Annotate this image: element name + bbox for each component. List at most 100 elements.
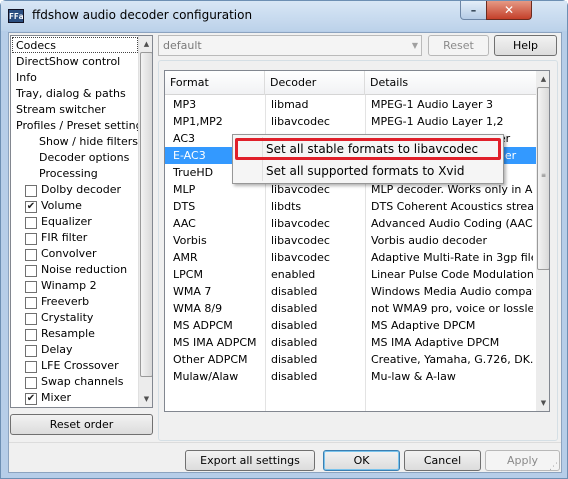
table-row[interactable]: AMR libavcodec Adaptive Multi-Rate in 3gp … (165, 249, 536, 266)
filter-label: Swap channels (41, 375, 124, 388)
sidebar-item[interactable]: Tray, dialog & paths (16, 86, 126, 102)
filter-checkbox[interactable]: ✔ (25, 201, 37, 213)
table-row[interactable]: Mulaw/Alaw disabled Mu-law & A-law (165, 368, 536, 385)
table-row[interactable]: AAC libavcodec Advanced Audio Coding (AAC) (165, 215, 536, 232)
filter-label: LFE Crossover (41, 359, 119, 372)
scroll-up-arrow-icon[interactable]: ▲ (139, 36, 152, 52)
filter-label: OSD (41, 406, 65, 407)
decoder-cell: disabled (271, 353, 318, 366)
details-cell: DTS Coherent Acoustics strea... (371, 200, 533, 213)
table-row[interactable]: MS ADPCM disabled MS Adaptive DPCM (165, 317, 536, 334)
filter-checkbox[interactable] (25, 217, 37, 229)
sidebar-item[interactable]: Stream switcher (16, 102, 106, 118)
table-scroll-thumb[interactable]: ≡ (537, 87, 549, 270)
scroll-down-arrow-icon[interactable]: ▼ (536, 395, 549, 411)
column-header-format[interactable]: Format (165, 71, 265, 95)
ok-button[interactable]: OK (323, 450, 400, 471)
details-cell: MPEG-1 Audio Layer 3 (371, 98, 493, 111)
resize-grip-icon[interactable]: ⋰ (549, 461, 561, 473)
filter-checkbox[interactable] (25, 233, 37, 245)
decoder-cell: disabled (271, 285, 318, 298)
filter-checkbox[interactable] (25, 313, 37, 325)
sidebar-item[interactable]: Codecs (16, 38, 56, 54)
settings-tree[interactable]: Codecs DirectShow control Info Tray, dialog… (10, 35, 153, 408)
details-cell: MS IMA Adaptive DPCM (371, 336, 500, 349)
filter-checkbox[interactable] (25, 185, 37, 197)
sidebar-item[interactable]: DirectShow control (16, 54, 120, 70)
cancel-button[interactable]: Cancel (404, 450, 481, 471)
table-row[interactable]: MS IMA ADPCM disabled MS IMA Adaptive DPCM (165, 334, 536, 351)
preset-select[interactable]: default ▼ (158, 35, 422, 56)
sidebar-scrollbar[interactable]: ▲ ▼ (138, 36, 152, 407)
filter-label: Convolver (41, 247, 97, 260)
filter-checkbox[interactable] (25, 249, 37, 261)
format-cell: WMA 8/9 (173, 302, 223, 315)
filter-label: Mixer (41, 391, 72, 404)
reset-button[interactable]: Reset (428, 35, 489, 56)
help-button[interactable]: Help (494, 35, 557, 56)
format-cell: Other ADPCM (173, 353, 248, 366)
reset-order-button[interactable]: Reset order (10, 414, 153, 435)
title-bar[interactable]: FFa ffdshow audio decoder configuration … (1, 1, 567, 31)
filter-checkbox[interactable] (25, 377, 37, 389)
context-menu: Set all stable formats to libavcodec Set… (232, 134, 504, 184)
filter-checkbox[interactable] (25, 329, 37, 341)
divider (9, 442, 561, 443)
format-cell: MS IMA ADPCM (173, 336, 257, 349)
filter-checkbox[interactable] (25, 281, 37, 293)
table-row[interactable]: WMA 7 disabled Windows Media Audio compati… (165, 283, 536, 300)
close-button[interactable]: ✕ (486, 1, 532, 20)
codecs-panel: Format Decoder Details MP3 libmad MPEG-1 A… (158, 60, 558, 441)
decoder-cell: disabled (271, 370, 318, 383)
sidebar-subitem[interactable]: Decoder options (39, 150, 129, 166)
table-row[interactable]: MP3 libmad MPEG-1 Audio Layer 3 (165, 96, 536, 113)
filter-checkbox[interactable] (25, 265, 37, 277)
filter-checkbox[interactable]: ✔ (25, 393, 37, 405)
chevron-down-icon: ▼ (411, 41, 418, 50)
format-cell: LPCM (173, 268, 203, 281)
filter-label: Equalizer (41, 215, 92, 228)
decoder-cell: enabled (271, 268, 316, 281)
table-row[interactable]: Other ADPCM disabled Creative, Yamaha, G.7… (165, 351, 536, 368)
scroll-up-arrow-icon[interactable]: ▲ (536, 71, 549, 87)
table-row[interactable]: DTS libdts DTS Coherent Acoustics strea... (165, 198, 536, 215)
format-cell: WMA 7 (173, 285, 212, 298)
details-cell: Adaptive Multi-Rate in 3gp file... (371, 251, 533, 264)
table-row[interactable]: MP1,MP2 libavcodec MPEG-1 Audio Layer 1,2 (165, 113, 536, 130)
minimize-button[interactable]: – (460, 1, 487, 20)
decoder-cell: libavcodec (271, 217, 330, 230)
formats-table[interactable]: Format Decoder Details MP3 libmad MPEG-1 A… (164, 70, 550, 412)
filter-checkbox[interactable] (25, 297, 37, 309)
table-row[interactable]: WMA 8/9 disabled not WMA9 pro, voice or lo… (165, 300, 536, 317)
filter-label: Volume (41, 199, 82, 212)
menu-item-set-supported-xvid[interactable]: Set all supported formats to Xvid (266, 161, 464, 181)
column-header-decoder[interactable]: Decoder (265, 71, 365, 95)
preset-select-value: default (163, 39, 202, 52)
sidebar-scroll-thumb[interactable] (140, 52, 152, 377)
filter-checkbox[interactable] (25, 361, 37, 373)
table-header: Format Decoder Details (165, 71, 536, 95)
format-cell: MP1,MP2 (173, 115, 223, 128)
sidebar-item[interactable]: Info (16, 70, 37, 86)
table-row[interactable]: LPCM enabled Linear Pulse Code Modulation (165, 266, 536, 283)
table-scrollbar[interactable]: ▲ ≡ ▼ (536, 71, 549, 411)
decoder-cell: libavcodec (271, 115, 330, 128)
scroll-down-arrow-icon[interactable]: ▼ (139, 391, 152, 407)
column-header-details[interactable]: Details (365, 71, 536, 95)
filter-label: Noise reduction (41, 263, 128, 276)
decoder-cell: disabled (271, 302, 318, 315)
sidebar-subitem[interactable]: Processing (39, 166, 98, 182)
sidebar-subitem[interactable]: Show / hide filters (39, 134, 138, 150)
filter-checkbox[interactable] (25, 345, 37, 357)
table-row[interactable]: Vorbis libavcodec Vorbis audio decoder (165, 232, 536, 249)
export-all-settings-button[interactable]: Export all settings (185, 450, 315, 471)
decoder-cell: libdts (271, 200, 302, 213)
window-title: ffdshow audio decoder configuration (32, 8, 253, 22)
sidebar-item[interactable]: Profiles / Preset settings (16, 118, 148, 134)
ffdshow-app-icon: FFa (8, 9, 24, 23)
filter-label: Delay (41, 343, 73, 356)
details-cell: Vorbis audio decoder (371, 234, 487, 247)
decoder-cell: disabled (271, 319, 318, 332)
filter-label: Resample (41, 327, 95, 340)
filter-label: Winamp 2 (41, 279, 97, 292)
